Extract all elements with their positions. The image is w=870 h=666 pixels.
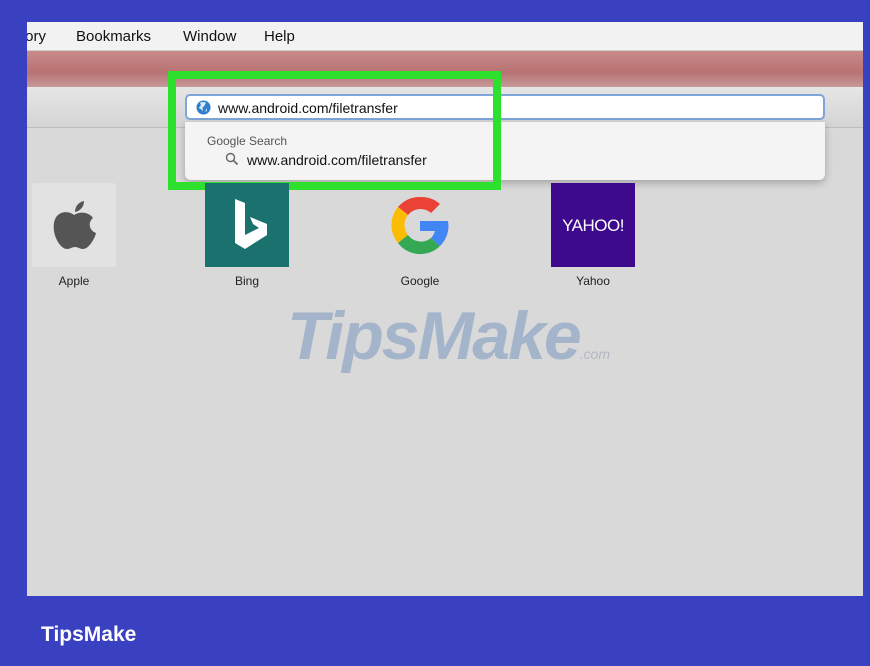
favorite-label: Bing [234,274,260,288]
watermark: TipsMake.com [287,297,610,374]
watermark-text: TipsMake [287,298,582,374]
favorite-label: Google [400,274,440,288]
favorite-label: Apple [58,274,90,288]
browser-screen: tory Bookmarks Window Help www.android.c… [27,22,863,596]
favorite-label: Yahoo [576,274,610,288]
menu-help[interactable]: Help [264,28,295,45]
bing-logo-icon [235,199,267,249]
highlight-box [168,71,501,190]
menu-history[interactable]: tory [27,28,46,45]
menu-bookmarks[interactable]: Bookmarks [76,28,151,45]
watermark-suffix: .com [579,346,610,362]
yahoo-logo-icon: YAHOO! [562,216,624,235]
favorite-bing[interactable] [205,183,289,267]
menu-bar: tory Bookmarks Window Help [27,22,863,51]
favorite-google[interactable] [378,183,462,267]
favorite-yahoo[interactable]: YAHOO! [551,183,635,267]
favorite-apple[interactable] [32,183,116,267]
brand-caption: TipsMake [41,623,137,646]
google-logo-icon [391,196,449,255]
apple-logo-icon [53,201,96,249]
menu-window[interactable]: Window [183,28,236,45]
